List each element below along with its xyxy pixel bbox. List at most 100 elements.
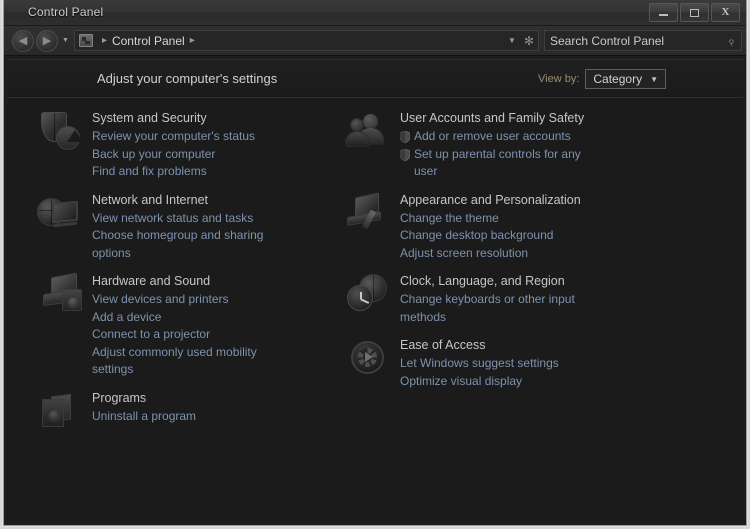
category-link[interactable]: View network status and tasks	[92, 210, 292, 228]
category-link[interactable]: Adjust screen resolution	[400, 245, 600, 263]
category-title[interactable]: Clock, Language, and Region	[400, 274, 697, 289]
maximize-button[interactable]	[680, 3, 709, 22]
category-clock-language-and-region: Clock, Language, and Region Change keybo…	[345, 273, 697, 326]
user-head-front-icon	[350, 118, 364, 132]
view-by-control: View by: Category ▼	[538, 69, 666, 89]
category-body: Network and Internet View network status…	[92, 192, 337, 263]
users-icon[interactable]	[345, 110, 400, 156]
access-arrow-icon	[365, 352, 373, 362]
category-link[interactable]: Change desktop background	[400, 227, 600, 245]
category-body: User Accounts and Family Safety Add or r…	[400, 110, 697, 181]
search-input[interactable]: Search Control Panel	[550, 34, 664, 48]
navigation-bar: ◀ ▶ ▼ ▸ Control Panel ▸ ▼ ✻ Search Contr…	[4, 26, 746, 56]
user-head-back-icon	[363, 114, 378, 129]
monitor-brush-icon[interactable]	[345, 191, 400, 238]
category-link[interactable]: Optimize visual display	[400, 373, 600, 391]
box-front-icon	[42, 398, 64, 427]
category-title[interactable]: Network and Internet	[92, 193, 337, 208]
content-inner: Adjust your computer's settings View by:…	[7, 59, 743, 522]
category-link[interactable]: Back up your computer	[92, 146, 292, 164]
address-bar[interactable]: ▸ Control Panel ▸ ▼ ✻	[73, 30, 539, 51]
globe-monitor-icon[interactable]	[37, 192, 92, 238]
recent-pages-button[interactable]: ▼	[62, 37, 69, 44]
category-title[interactable]: User Accounts and Family Safety	[400, 111, 697, 126]
content-area: Adjust your computer's settings View by:…	[4, 56, 746, 525]
search-box[interactable]: Search Control Panel ⌕	[544, 30, 742, 51]
breadcrumb-control-panel[interactable]: Control Panel	[112, 34, 185, 48]
program-box-icon[interactable]	[37, 390, 92, 436]
category-link[interactable]: Choose homegroup and sharing options	[92, 227, 292, 262]
window-title: Control Panel	[28, 5, 104, 19]
monitor-icon	[52, 200, 78, 223]
breadcrumb-separator-trailing[interactable]: ▸	[185, 35, 200, 46]
shield-chart-icon[interactable]	[37, 110, 92, 156]
category-columns: System and Security Review your computer…	[7, 98, 743, 447]
category-body: Appearance and Personalization Change th…	[400, 192, 697, 263]
category-title[interactable]: Hardware and Sound	[92, 274, 337, 289]
uac-shield-icon	[400, 131, 410, 143]
category-hardware-and-sound: Hardware and Sound View devices and prin…	[37, 272, 337, 379]
minimize-button[interactable]	[649, 3, 678, 22]
forward-arrow-icon: ▶	[42, 35, 52, 47]
category-title[interactable]: Programs	[92, 391, 337, 406]
view-by-label: View by:	[538, 73, 580, 85]
category-link-label: Set up parental controls for any user	[414, 146, 581, 179]
control-panel-window: Control Panel X ◀ ▶ ▼ ▸ Control Panel ▸ …	[3, 0, 747, 526]
category-link[interactable]: Add or remove user accounts	[400, 128, 600, 146]
category-column-left: System and Security Review your computer…	[7, 110, 337, 447]
category-body: Ease of Access Let Windows suggest setti…	[400, 337, 697, 390]
address-bar-actions: ▼ ✻	[508, 31, 534, 50]
window-controls: X	[649, 3, 740, 22]
view-by-dropdown[interactable]: Category ▼	[585, 69, 666, 89]
view-by-value: Category	[593, 72, 643, 86]
close-button[interactable]: X	[711, 3, 740, 22]
category-link-label: Add or remove user accounts	[414, 129, 571, 143]
category-title[interactable]: Appearance and Personalization	[400, 193, 697, 208]
maximize-icon	[690, 8, 699, 17]
speaker-icon	[62, 289, 82, 311]
category-system-and-security: System and Security Review your computer…	[37, 110, 337, 181]
category-link[interactable]: Add a device	[92, 309, 292, 327]
category-body: Clock, Language, and Region Change keybo…	[400, 273, 697, 326]
clock-icon	[347, 285, 373, 311]
content-header: Adjust your computer's settings View by:…	[7, 60, 743, 98]
title-bar[interactable]: Control Panel X	[4, 0, 746, 26]
category-title[interactable]: Ease of Access	[400, 338, 697, 353]
user-body-front-icon	[345, 131, 370, 147]
category-link[interactable]: Let Windows suggest settings	[400, 355, 600, 373]
forward-button[interactable]: ▶	[36, 29, 58, 52]
category-programs: Programs Uninstall a program	[37, 390, 337, 436]
back-button[interactable]: ◀	[12, 29, 34, 52]
refresh-icon[interactable]: ✻	[524, 34, 534, 48]
address-dropdown-icon[interactable]: ▼	[508, 36, 516, 45]
uac-shield-icon	[400, 148, 410, 161]
printer-speaker-icon[interactable]	[37, 272, 92, 319]
pie-chart-icon	[56, 126, 83, 150]
category-column-right: User Accounts and Family Safety Add or r…	[337, 110, 697, 447]
category-link[interactable]: Change keyboards or other input methods	[400, 291, 600, 326]
close-icon: X	[721, 6, 730, 18]
category-link[interactable]: Adjust commonly used mobility settings	[92, 344, 292, 379]
clock-minute-hand	[360, 298, 370, 304]
category-link[interactable]: Change the theme	[400, 210, 600, 228]
category-link[interactable]: View devices and printers	[92, 291, 292, 309]
ease-of-access-icon[interactable]	[345, 337, 400, 383]
control-panel-icon	[78, 34, 93, 47]
page-title: Adjust your computer's settings	[97, 71, 278, 86]
minimize-icon	[659, 14, 668, 16]
category-appearance-and-personalization: Appearance and Personalization Change th…	[345, 191, 697, 263]
category-body: System and Security Review your computer…	[92, 110, 337, 181]
category-link[interactable]: Uninstall a program	[92, 408, 292, 426]
category-link[interactable]: Review your computer's status	[92, 128, 292, 146]
category-link[interactable]: Connect to a projector	[92, 326, 292, 344]
chevron-down-icon: ▼	[650, 74, 658, 84]
category-link[interactable]: Set up parental controls for any user	[400, 146, 600, 181]
clock-globe-icon[interactable]	[345, 273, 400, 319]
category-ease-of-access: Ease of Access Let Windows suggest setti…	[345, 337, 697, 390]
breadcrumb-separator-leading: ▸	[101, 35, 107, 46]
category-link[interactable]: Find and fix problems	[92, 163, 292, 181]
category-title[interactable]: System and Security	[92, 111, 337, 126]
category-body: Programs Uninstall a program	[92, 390, 337, 436]
back-arrow-icon: ◀	[18, 35, 28, 47]
category-user-accounts-and-family-safety: User Accounts and Family Safety Add or r…	[345, 110, 697, 181]
